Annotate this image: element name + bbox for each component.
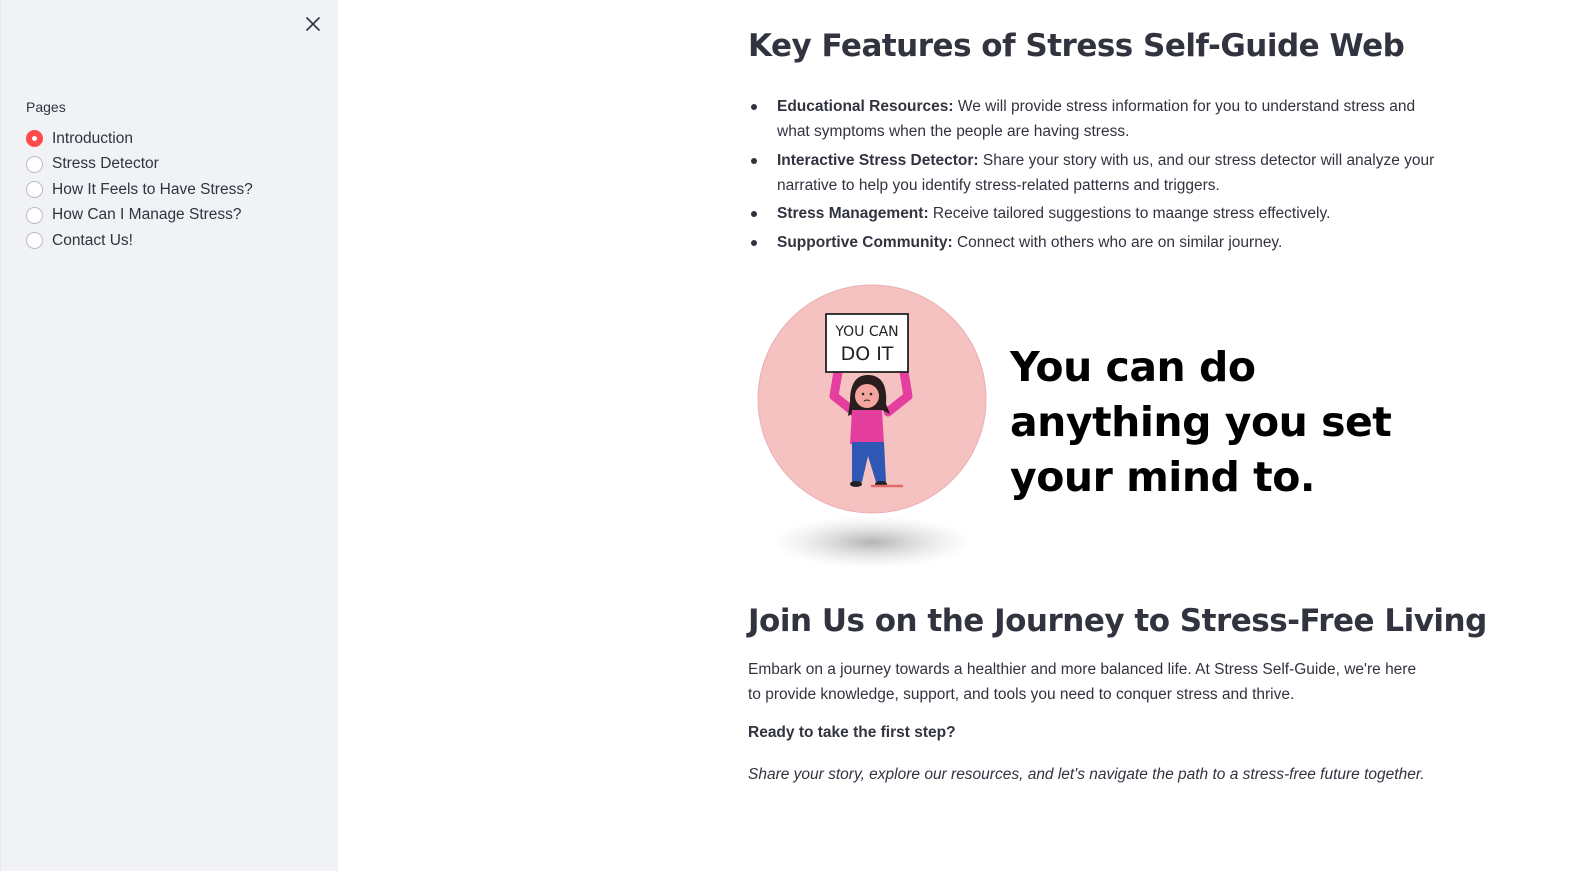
radio-option-stress-detector[interactable]: Stress Detector [26,152,253,178]
feature-title: Educational Resources: [777,98,954,115]
you-can-do-it-illustration: YOU CAN DO IT [757,284,987,568]
motivational-quote: You can do anything you set your mind to… [1010,343,1392,501]
radio-option-label: Stress Detector [52,155,159,173]
radio-button[interactable] [26,181,43,199]
join-paragraph: Embark on a journey towards a healthier … [748,661,1417,703]
radio-button[interactable] [26,232,43,250]
sidebar: Pages Introduction Stress Detector How I… [0,0,338,871]
list-item: Supportive Community: Connect with other… [748,230,1438,255]
share-story-text: Share your story, explore our resources,… [748,766,1425,783]
join-heading: Join Us on the Journey to Stress-Free Li… [748,603,1487,639]
radio-option-how-it-feels[interactable]: How It Feels to Have Stress? [26,177,253,203]
feature-text: Receive tailored suggestions to maange s… [928,205,1331,222]
pages-radio-group: Introduction Stress Detector How It Feel… [26,126,253,254]
list-item: Interactive Stress Detector: Share your … [748,148,1438,198]
radio-button-selected[interactable] [26,130,43,148]
feature-text: Connect with others who are on similar j… [952,233,1283,251]
radio-option-label: How Can I Manage Stress? [52,206,242,224]
radio-option-label: Introduction [52,129,133,147]
radio-button[interactable] [26,155,43,173]
radio-option-label: How It Feels to Have Stress? [52,180,253,198]
list-item: Stress Management: Receive tailored sugg… [748,201,1438,226]
pages-label: Pages [26,99,66,115]
feature-title: Interactive Stress Detector: [777,151,979,169]
sign-text-line1: YOU CAN [834,324,898,340]
radio-option-contact-us[interactable]: Contact Us! [26,228,253,254]
close-icon [306,17,320,31]
features-list: Educational Resources: We will provide s… [748,94,1438,258]
features-heading: Key Features of Stress Self-Guide Web [748,28,1405,64]
radio-option-label: Contact Us! [52,231,133,249]
list-item: Educational Resources: We will provide s… [748,94,1438,144]
sign-text-line2: DO IT [841,343,894,365]
feature-title: Stress Management: [777,205,929,222]
feature-title: Supportive Community: [777,233,953,251]
close-sidebar-button[interactable] [303,14,323,34]
radio-option-manage-stress[interactable]: How Can I Manage Stress? [26,203,253,229]
radio-option-introduction[interactable]: Introduction [26,126,253,152]
call-to-action-text: Ready to take the first step? [748,724,956,741]
radio-button[interactable] [26,206,43,224]
